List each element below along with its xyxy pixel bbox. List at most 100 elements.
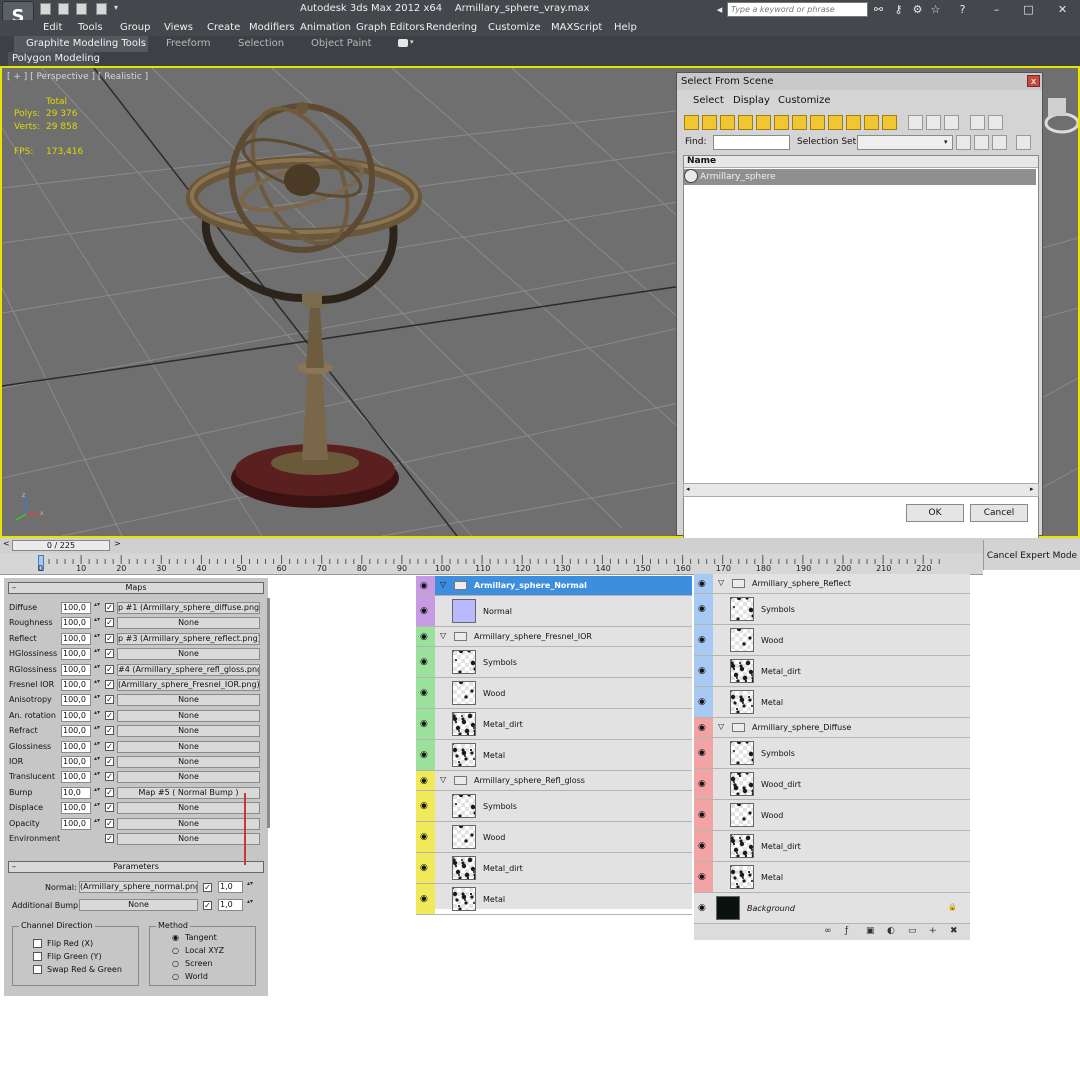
map-enable-checkbox[interactable]: ✓ — [105, 787, 114, 797]
new-file-icon[interactable] — [40, 3, 51, 15]
close-icon[interactable]: ✕ — [1056, 3, 1069, 16]
map-amount-spinner[interactable]: ▴▾ — [93, 617, 101, 629]
visibility-eye-icon[interactable]: ◉ — [698, 748, 706, 758]
filter-frozen-icon[interactable] — [864, 115, 879, 130]
map-enable-checkbox[interactable]: ✓ — [105, 603, 114, 612]
map-slot-button[interactable]: None — [117, 756, 260, 768]
tab-graphite-modeling-tools[interactable]: Graphite Modeling Tools — [14, 36, 148, 52]
map-enable-checkbox[interactable]: ✓ — [105, 726, 114, 736]
ok-button[interactable]: OK — [906, 504, 964, 522]
layer-row[interactable]: ◉ Symbols — [694, 594, 970, 625]
time-back-icon[interactable]: < — [3, 539, 10, 548]
menu-create[interactable]: Create — [207, 22, 240, 33]
map-slot-button[interactable]: Map #5 ( Normal Bump ) — [117, 786, 260, 799]
visibility-eye-icon[interactable]: ◉ — [420, 606, 428, 616]
map-amount-spinner[interactable]: ▴▾ — [93, 602, 101, 614]
normal-amount-spinner[interactable]: ▴▾ — [246, 881, 254, 893]
map-enable-checkbox[interactable]: ✓ — [105, 680, 114, 689]
sel-set-manage-icon[interactable] — [1016, 135, 1031, 150]
layer-row[interactable]: ◉ Symbols — [694, 738, 970, 769]
visibility-eye-icon[interactable]: ◉ — [420, 801, 428, 811]
map-amount-field[interactable]: 100,0 — [61, 632, 91, 645]
map-amount-field[interactable]: 100,0 — [61, 709, 91, 722]
visibility-eye-icon[interactable]: ◉ — [420, 863, 428, 873]
info-center-arrow-icon[interactable]: ◂ — [713, 3, 726, 16]
ribbon-options-icon[interactable] — [398, 39, 408, 47]
radio-icon[interactable]: ○ — [172, 972, 179, 981]
panel-scrollbar[interactable] — [267, 598, 270, 828]
selection-set-dropdown[interactable]: ▾ — [857, 135, 953, 150]
map-amount-field[interactable]: 100,0 — [61, 679, 91, 691]
map-enable-checkbox[interactable]: ✓ — [105, 618, 114, 628]
layer-group-row[interactable]: ◉ ▽ Armillary_sphere_Reflect — [694, 574, 970, 594]
search-input[interactable]: Type a keyword or phrase — [727, 2, 868, 17]
map-amount-spinner[interactable]: ▴▾ — [93, 756, 101, 768]
radio-selected-icon[interactable]: ◉ — [172, 933, 179, 942]
parameters-rollout-header[interactable]: – Parameters — [8, 861, 264, 873]
layer-group-row[interactable]: ◉ ▽ Armillary_sphere_Fresnel_IOR — [416, 627, 692, 647]
visibility-eye-icon[interactable]: ◉ — [420, 657, 428, 667]
view-cube-icon[interactable] — [1044, 98, 1078, 134]
visibility-eye-icon[interactable]: ◉ — [698, 841, 706, 851]
select-none-icon[interactable] — [926, 115, 941, 130]
map-enable-checkbox[interactable]: ✓ — [105, 757, 114, 766]
visibility-eye-icon[interactable]: ◉ — [420, 581, 428, 591]
layer-row[interactable]: ◉ Wood — [416, 822, 692, 853]
map-amount-spinner[interactable]: ▴▾ — [93, 817, 101, 830]
map-amount-field[interactable]: 10,0 — [61, 786, 91, 799]
maps-rollout-header[interactable]: – Maps — [8, 582, 264, 594]
map-amount-spinner[interactable]: ▴▾ — [93, 694, 101, 706]
time-slider[interactable]: 0 / 225 — [12, 540, 110, 551]
map-enable-checkbox[interactable]: ✓ — [105, 803, 114, 813]
map-amount-spinner[interactable]: ▴▾ — [93, 679, 101, 691]
project-folder-icon[interactable] — [96, 3, 107, 15]
map-slot-button[interactable]: p #3 (Armillary_sphere_reflect.png) — [117, 632, 260, 645]
tab-object-paint[interactable]: Object Paint — [311, 38, 372, 49]
name-column-header[interactable]: Name — [684, 156, 1038, 168]
filter-funnel-icon[interactable] — [970, 115, 985, 130]
flip-red-checkbox[interactable] — [33, 939, 42, 948]
map-enable-checkbox[interactable]: ✓ — [105, 834, 114, 843]
layer-row[interactable]: ◉ Wood — [694, 800, 970, 831]
communication-icon[interactable]: ⚙ — [911, 3, 924, 16]
visibility-eye-icon[interactable]: ◉ — [420, 894, 428, 904]
select-invert-icon[interactable] — [944, 115, 959, 130]
map-enable-checkbox[interactable]: ✓ — [105, 695, 114, 705]
tab-freeform[interactable]: Freeform — [166, 38, 211, 49]
binoculars-icon[interactable]: ⚯ — [872, 3, 885, 16]
scroll-right-icon[interactable]: ▸ — [1030, 485, 1034, 493]
open-file-icon[interactable] — [58, 3, 69, 15]
layer-row[interactable]: ◉ Metal_dirt — [416, 709, 692, 740]
visibility-eye-icon[interactable]: ◉ — [698, 697, 706, 707]
radio-icon[interactable]: ○ — [172, 959, 179, 968]
visibility-eye-icon[interactable]: ◉ — [698, 872, 706, 882]
filter-cameras-icon[interactable] — [738, 115, 753, 130]
layer-row[interactable]: ◉ Metal — [694, 687, 970, 718]
horizontal-scrollbar[interactable]: ◂ ▸ — [683, 483, 1039, 497]
map-amount-field[interactable]: 100,0 — [61, 602, 91, 614]
sfs-menu-customize[interactable]: Customize — [778, 95, 831, 106]
map-slot-button[interactable]: None — [117, 709, 260, 722]
map-enable-checkbox[interactable]: ✓ — [105, 818, 114, 828]
layer-row[interactable]: ◉ Metal_dirt — [694, 831, 970, 862]
sfs-menu-display[interactable]: Display — [733, 95, 770, 106]
ribbon-dropdown-icon[interactable]: ▾ — [410, 38, 414, 46]
mask-icon[interactable]: ▣ — [866, 926, 875, 936]
sel-set-add-icon[interactable] — [974, 135, 989, 150]
filter-helpers-icon[interactable] — [756, 115, 771, 130]
layer-group-row[interactable]: ◉ ▽ Armillary_sphere_Normal — [416, 576, 692, 596]
scroll-left-icon[interactable]: ◂ — [686, 485, 690, 493]
chevron-down-icon[interactable]: ▽ — [718, 578, 724, 587]
menu-modifiers[interactable]: Modifiers — [249, 22, 295, 33]
adjustment-icon[interactable]: ◐ — [887, 926, 895, 936]
menu-graph-editors[interactable]: Graph Editors — [356, 22, 425, 33]
additional-bump-amount-field[interactable]: 1,0 — [218, 899, 243, 911]
map-slot-button[interactable]: None — [117, 802, 260, 815]
map-slot-button[interactable]: (Armillary_sphere_Fresnel_IOR.png) — [117, 679, 260, 691]
map-slot-button[interactable]: #4 (Armillary_sphere_refl_gloss.png) — [117, 663, 260, 676]
map-enable-checkbox[interactable]: ✓ — [105, 664, 114, 674]
map-slot-button[interactable]: None — [117, 833, 260, 845]
layer-row[interactable]: ◉ Metal — [694, 862, 970, 893]
layer-row[interactable]: ◉ Metal — [416, 740, 692, 771]
filter-shapes-icon[interactable] — [702, 115, 717, 130]
